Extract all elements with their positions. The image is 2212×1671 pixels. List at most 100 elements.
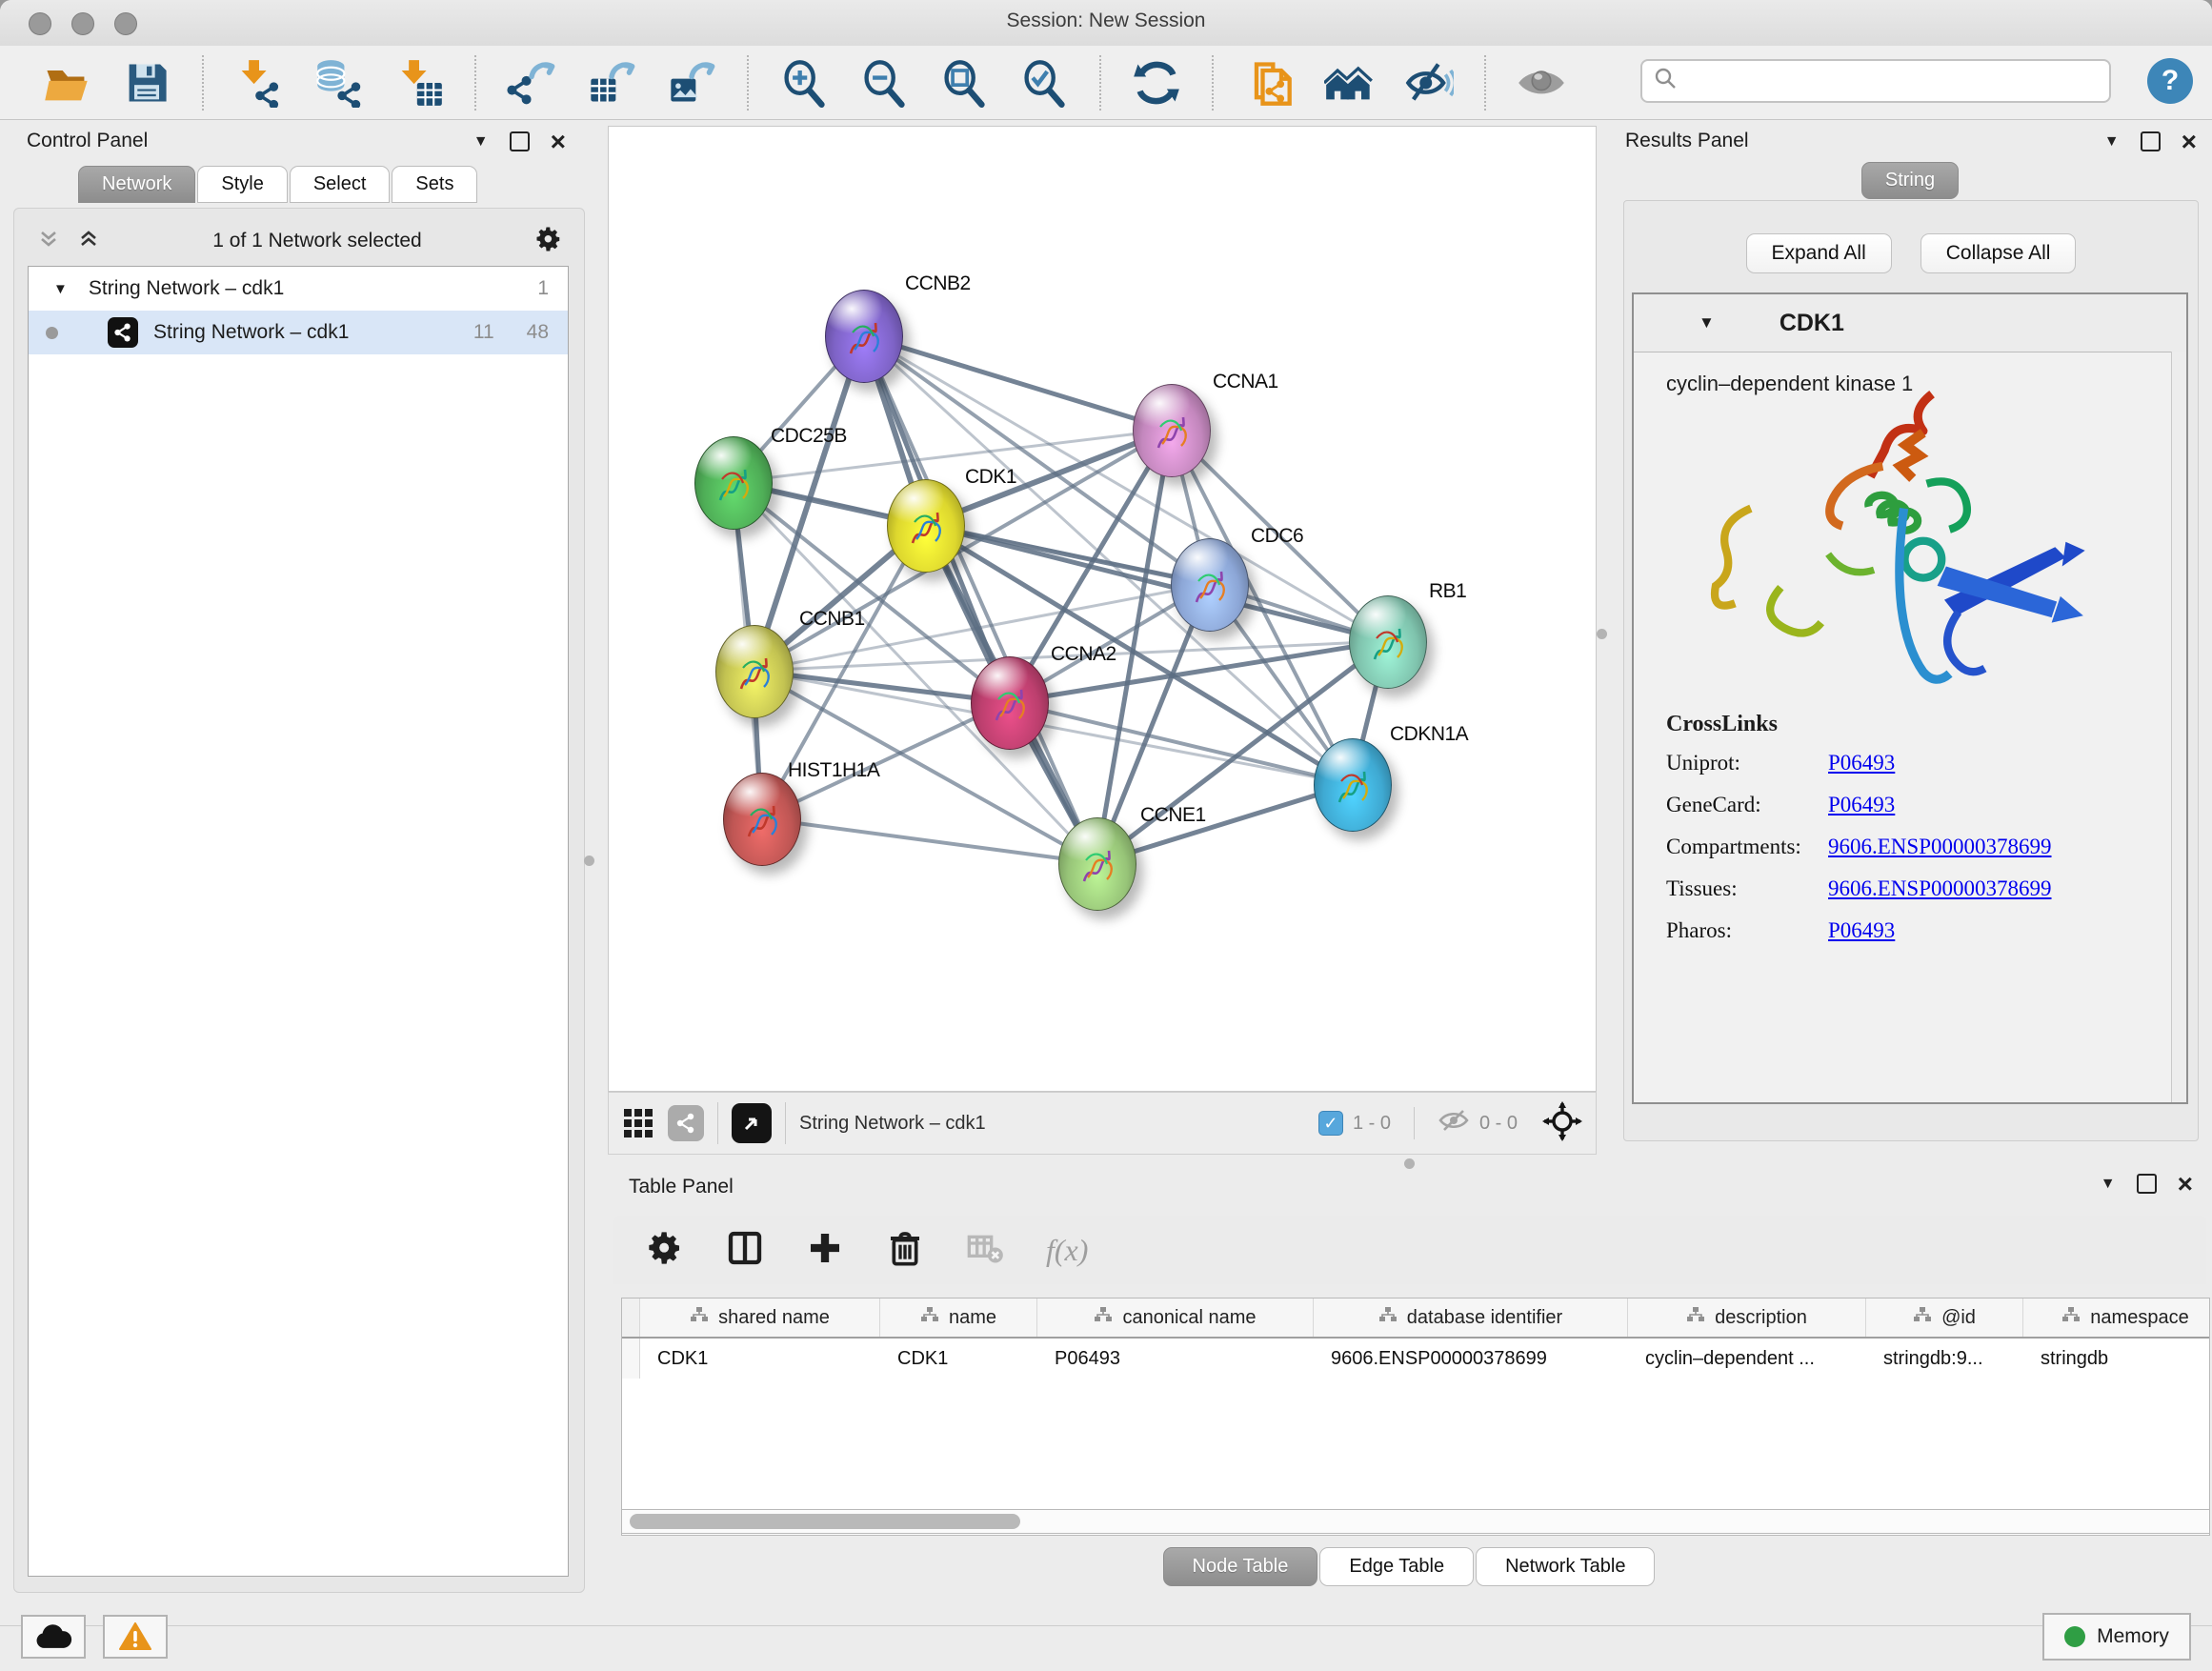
clone-network-icon[interactable] <box>1242 56 1296 110</box>
bottom-splitter-handle[interactable] <box>1404 1158 1415 1169</box>
tab-network-table[interactable]: Network Table <box>1476 1547 1655 1586</box>
refresh-icon[interactable] <box>1130 56 1183 110</box>
column-header-description[interactable]: description <box>1628 1299 1866 1337</box>
table-hscrollbar[interactable] <box>621 1509 2210 1534</box>
table-cell[interactable]: CDK1 <box>880 1339 1037 1379</box>
table-cell[interactable]: CDK1 <box>640 1339 880 1379</box>
tab-sets[interactable]: Sets <box>392 166 477 203</box>
expand-all-button[interactable]: Expand All <box>1746 233 1892 273</box>
column-header-canonicalname[interactable]: canonical name <box>1037 1299 1314 1337</box>
show-eye-icon[interactable] <box>1515 56 1568 110</box>
panel-float-icon[interactable] <box>510 131 530 151</box>
panel-close-icon[interactable]: × <box>551 133 566 150</box>
export-network-icon[interactable] <box>505 56 558 110</box>
table-close-icon[interactable]: × <box>2178 1176 2193 1192</box>
search-input[interactable] <box>1688 70 2109 93</box>
network-collection-row[interactable]: ▼ String Network – cdk1 1 <box>29 267 568 311</box>
zoom-in-icon[interactable] <box>777 56 831 110</box>
column-header-id[interactable]: @id <box>1866 1299 2023 1337</box>
crosslink-link[interactable]: 9606.ENSP00000378699 <box>1828 876 2052 901</box>
network-node-CDC25B[interactable] <box>694 436 773 530</box>
network-node-CCNB2[interactable] <box>825 290 903 383</box>
table-collapse-icon[interactable]: ▼ <box>2101 1176 2116 1193</box>
results-collapse-icon[interactable]: ▼ <box>2104 133 2120 151</box>
network-node-CCNE1[interactable] <box>1058 817 1136 911</box>
zoom-selected-icon[interactable] <box>1017 56 1071 110</box>
results-close-icon[interactable]: × <box>2182 133 2197 150</box>
export-table-icon[interactable] <box>585 56 638 110</box>
collapse-all-button[interactable]: Collapse All <box>1920 233 2077 273</box>
warning-button[interactable] <box>103 1615 168 1659</box>
tab-edge-table[interactable]: Edge Table <box>1319 1547 1474 1586</box>
network-node-CCNA2[interactable] <box>971 656 1049 750</box>
save-session-icon[interactable] <box>120 56 173 110</box>
zoom-fit-icon[interactable] <box>937 56 991 110</box>
network-node-CDC6[interactable] <box>1171 538 1249 632</box>
tab-style[interactable]: Style <box>197 166 287 203</box>
column-header-namespace[interactable]: namespace <box>2023 1299 2210 1337</box>
results-float-icon[interactable] <box>2141 131 2161 151</box>
network-node-CCNB1[interactable] <box>715 625 794 718</box>
tab-string[interactable]: String <box>1861 162 1959 199</box>
table-cell[interactable]: stringdb:9... <box>1866 1339 2023 1379</box>
export-image-icon[interactable] <box>665 56 718 110</box>
network-list: ▼ String Network – cdk1 1 String Network… <box>28 266 569 1577</box>
network-node-RB1[interactable] <box>1349 595 1427 689</box>
birdseye-view-icon[interactable] <box>732 1103 772 1143</box>
import-database-icon[interactable] <box>312 56 366 110</box>
table-cell[interactable]: cyclin–dependent ... <box>1628 1339 1866 1379</box>
gene-collapse-icon[interactable]: ▼ <box>1699 313 1715 332</box>
delete-column-trash-icon[interactable] <box>886 1229 924 1272</box>
cloud-button[interactable] <box>21 1615 86 1659</box>
add-column-icon[interactable] <box>806 1229 844 1272</box>
column-header-sharedname[interactable]: shared name <box>640 1299 880 1337</box>
import-network-icon[interactable] <box>232 56 286 110</box>
table-hscroll-thumb[interactable] <box>630 1514 1020 1529</box>
memory-button[interactable]: Memory <box>2042 1613 2191 1661</box>
table-cell[interactable]: P06493 <box>1037 1339 1314 1379</box>
tab-select[interactable]: Select <box>290 166 391 203</box>
fit-selected-crosshair-icon[interactable] <box>1542 1101 1582 1146</box>
collection-expand-icon[interactable]: ▼ <box>53 281 68 297</box>
search-box[interactable] <box>1640 59 2111 103</box>
results-scrollbar[interactable] <box>2171 352 2186 1102</box>
network-node-HIST1H1A[interactable] <box>723 773 801 866</box>
column-header-name[interactable]: name <box>880 1299 1037 1337</box>
import-table-icon[interactable] <box>392 56 446 110</box>
collapse-all-networks-icon[interactable] <box>77 228 100 255</box>
grid-icon[interactable] <box>622 1105 654 1142</box>
gene-header-row[interactable]: ▼ CDK1 <box>1634 294 2186 352</box>
left-splitter-handle[interactable] <box>584 856 594 866</box>
right-splitter-handle[interactable] <box>1597 629 1607 639</box>
share-view-icon[interactable] <box>668 1105 704 1141</box>
column-header-databaseidentifier[interactable]: database identifier <box>1314 1299 1628 1337</box>
network-options-gear-icon[interactable] <box>534 225 563 258</box>
row-header[interactable] <box>622 1339 640 1379</box>
show-columns-icon[interactable] <box>726 1229 764 1272</box>
network-node-CDK1[interactable] <box>887 479 965 573</box>
table-row[interactable]: CDK1CDK1P064939606.ENSP00000378699cyclin… <box>622 1339 2209 1379</box>
table-cell[interactable]: 9606.ENSP00000378699 <box>1314 1339 1628 1379</box>
crosslink-label: Pharos: <box>1666 918 1828 943</box>
table-cell[interactable]: stringdb <box>2023 1339 2210 1379</box>
selected-checkbox-icon[interactable]: ✓ <box>1318 1111 1343 1136</box>
open-session-icon[interactable] <box>40 56 93 110</box>
tab-network[interactable]: Network <box>78 166 195 203</box>
hide-labels-icon[interactable] <box>1402 56 1456 110</box>
string-home-icon[interactable] <box>1322 56 1376 110</box>
network-canvas[interactable]: CCNB2 CCNA1 CDC25B CDK1 CDC6 RB1 CCNB1 C… <box>608 126 1597 1092</box>
crosslink-link[interactable]: P06493 <box>1828 918 1895 943</box>
zoom-out-icon[interactable] <box>857 56 911 110</box>
network-row[interactable]: String Network – cdk1 11 48 <box>29 311 568 354</box>
help-icon[interactable]: ? <box>2147 58 2193 104</box>
network-node-CDKN1A[interactable] <box>1314 738 1392 832</box>
table-float-icon[interactable] <box>2137 1174 2157 1194</box>
crosslink-link[interactable]: P06493 <box>1828 751 1895 775</box>
expand-all-networks-icon[interactable] <box>37 228 60 255</box>
crosslink-link[interactable]: 9606.ENSP00000378699 <box>1828 835 2052 859</box>
table-settings-gear-icon[interactable] <box>646 1229 684 1272</box>
network-node-CCNA1[interactable] <box>1133 384 1211 477</box>
panel-collapse-icon[interactable]: ▼ <box>473 133 489 151</box>
crosslink-link[interactable]: P06493 <box>1828 793 1895 817</box>
tab-node-table[interactable]: Node Table <box>1163 1547 1318 1586</box>
